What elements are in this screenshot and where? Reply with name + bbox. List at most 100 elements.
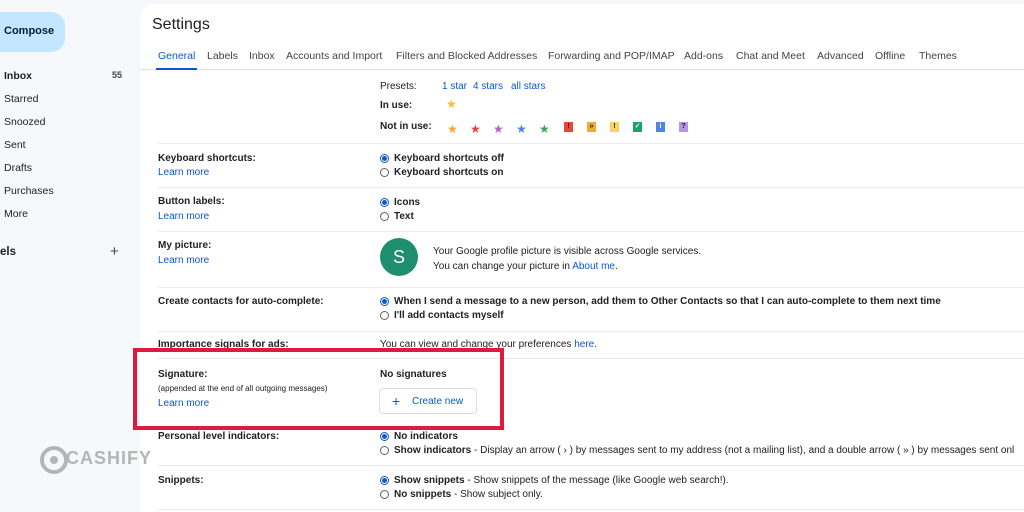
no-snippets-radio[interactable] [380, 490, 389, 499]
button-labels-learn-more-link[interactable]: Learn more [158, 211, 209, 222]
text-label: Text [394, 211, 414, 222]
keyboard-on-radio[interactable] [380, 168, 389, 177]
presets-label: Presets: [380, 81, 417, 92]
tab-labels[interactable]: Labels [207, 50, 238, 62]
preferences-here-link[interactable]: here [574, 339, 594, 350]
about-me-link[interactable]: About me [572, 261, 615, 272]
sidebar-item-purchases[interactable]: Purchases [4, 185, 54, 197]
tab-addons[interactable]: Add-ons [684, 50, 723, 62]
blue-info-icon[interactable]: i [656, 122, 665, 132]
sidebar-item-label: Inbox [4, 70, 32, 82]
sidebar-item-label: Sent [4, 139, 26, 151]
sidebar-item-label: Snoozed [4, 116, 46, 128]
manual-contacts-radio[interactable] [380, 311, 389, 320]
sidebar-item-drafts[interactable]: Drafts [4, 162, 32, 174]
purple-star-icon[interactable]: ★ [493, 122, 504, 136]
red-star-icon[interactable]: ★ [470, 122, 481, 136]
yellow-star-icon[interactable]: ★ [446, 97, 457, 111]
tab-filters[interactable]: Filters and Blocked Addresses [396, 50, 537, 62]
tab-chat-meet[interactable]: Chat and Meet [736, 50, 805, 62]
keyboard-learn-more-link[interactable]: Learn more [158, 167, 209, 178]
divider [158, 331, 1024, 332]
no-snippets-label: No snippets [394, 489, 452, 500]
text-radio[interactable] [380, 212, 389, 221]
red-bang-icon[interactable]: ! [564, 122, 573, 132]
icons-label: Icons [394, 197, 421, 208]
watermark-text: CASHIFY [66, 448, 153, 468]
picture-info-prefix: You can change your picture in [433, 261, 570, 272]
yellow-bang-icon[interactable]: ! [610, 122, 619, 132]
divider [158, 143, 1024, 144]
auto-add-contacts-radio[interactable] [380, 297, 389, 306]
tab-accounts[interactable]: Accounts and Import [286, 50, 382, 62]
picture-info-suffix: . [615, 261, 618, 272]
page-title: Settings [152, 16, 210, 33]
contacts-label: Create contacts for auto-complete: [158, 296, 324, 307]
tab-forwarding[interactable]: Forwarding and POP/IMAP [548, 50, 675, 62]
avatar[interactable]: S [380, 238, 418, 276]
preset-all-stars[interactable]: all stars [511, 81, 545, 92]
sidebar-item-label: Starred [4, 93, 39, 105]
green-star-icon[interactable]: ★ [539, 122, 550, 136]
labels-heading: els [0, 246, 16, 258]
my-picture-learn-more-link[interactable]: Learn more [158, 255, 209, 266]
divider [158, 287, 1024, 288]
tab-themes[interactable]: Themes [919, 50, 957, 62]
sidebar-item-label: Drafts [4, 162, 33, 174]
importance-text-suffix: . [594, 339, 598, 350]
sidebar-item-starred[interactable]: Starred [4, 93, 38, 105]
preset-4-stars[interactable]: 4 stars [473, 81, 503, 92]
sidebar-item-label: Purchases [4, 185, 54, 197]
sidebar: Compose Inbox 55 Starred Snoozed Sent Dr… [0, 0, 140, 512]
blue-star-icon[interactable]: ★ [516, 122, 527, 136]
show-indicators-label: Show indicators [394, 445, 472, 456]
sidebar-item-sent[interactable]: Sent [4, 139, 26, 151]
sidebar-item-inbox[interactable]: Inbox 55 [4, 70, 140, 82]
sidebar-item-more[interactable]: More [4, 208, 28, 220]
orange-star-icon[interactable]: ★ [447, 122, 458, 136]
show-indicators-radio[interactable] [380, 446, 389, 455]
picture-info-line1: Your Google profile picture is visible a… [433, 246, 702, 257]
no-snippets-text: No snippets - Show subject only. [394, 489, 543, 500]
keyboard-off-radio[interactable] [380, 154, 389, 163]
compose-button[interactable]: Compose [0, 12, 65, 52]
sidebar-item-label: More [4, 208, 28, 220]
tab-advanced[interactable]: Advanced [817, 50, 864, 62]
keyboard-on-label: Keyboard shortcuts on [394, 167, 504, 178]
sidebar-item-snoozed[interactable]: Snoozed [4, 116, 45, 128]
show-snippets-desc: - Show snippets of the message (like Goo… [464, 475, 729, 486]
inbox-count: 55 [111, 70, 122, 80]
green-check-icon[interactable]: ✓ [633, 122, 642, 132]
plus-icon[interactable]: + [110, 243, 119, 260]
manual-contacts-label: I'll add contacts myself [394, 310, 504, 321]
in-use-label: In use: [380, 100, 413, 111]
compose-label: Compose [4, 25, 55, 37]
keyboard-shortcuts-label: Keyboard shortcuts: [158, 153, 256, 164]
not-in-use-label: Not in use: [380, 121, 432, 132]
preset-1-star[interactable]: 1 star [442, 81, 467, 92]
tab-general[interactable]: General [158, 50, 195, 62]
no-snippets-desc: - Show subject only. [451, 489, 543, 500]
divider [158, 465, 1024, 466]
button-labels-label: Button labels: [158, 196, 225, 207]
settings-tabs: General Labels Inbox Accounts and Import… [140, 44, 1024, 70]
settings-panel: Settings General Labels Inbox Accounts a… [140, 4, 1024, 512]
orange-guillemet-icon[interactable]: » [587, 122, 596, 132]
show-snippets-label: Show snippets [394, 475, 465, 486]
show-indicators-text: Show indicators - Display an arrow ( › )… [394, 445, 1014, 456]
signature-highlight-box [133, 348, 504, 430]
no-indicators-radio[interactable] [380, 432, 389, 441]
keyboard-off-label: Keyboard shortcuts off [394, 153, 505, 164]
active-tab-indicator [156, 68, 197, 70]
divider [158, 187, 1024, 188]
cashify-watermark: CASHIFY [40, 446, 160, 474]
show-snippets-radio[interactable] [380, 476, 389, 485]
picture-info-line2: You can change your picture in About me. [433, 261, 618, 272]
purple-question-icon[interactable]: ? [679, 122, 688, 132]
divider [158, 509, 1024, 510]
snippets-label: Snippets: [158, 475, 204, 486]
my-picture-label: My picture: [158, 240, 212, 251]
icons-radio[interactable] [380, 198, 389, 207]
tab-inbox[interactable]: Inbox [249, 50, 275, 62]
tab-offline[interactable]: Offline [875, 50, 905, 62]
